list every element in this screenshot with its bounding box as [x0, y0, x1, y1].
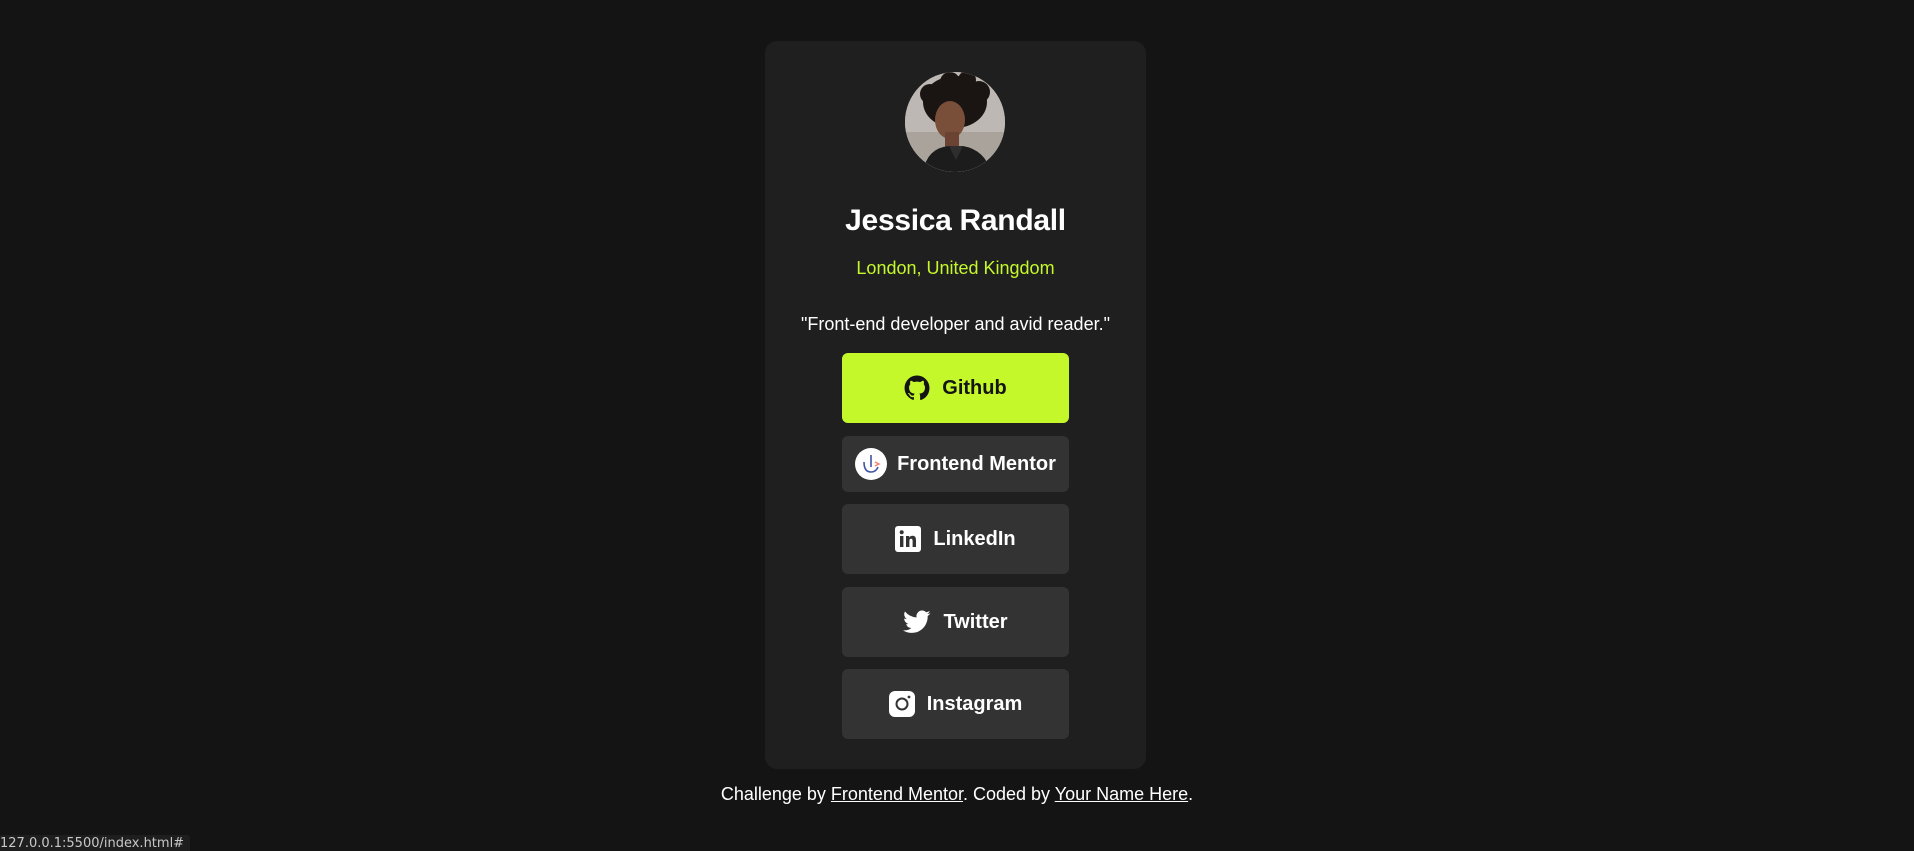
twitter-label: Twitter: [943, 610, 1008, 633]
page: Jessica Randall London, United Kingdom "…: [0, 0, 1914, 851]
frontend-mentor-link-button[interactable]: Frontend Mentor: [842, 436, 1069, 492]
github-icon: [904, 375, 930, 401]
challenge-link[interactable]: Frontend Mentor: [831, 784, 963, 804]
frontend-mentor-icon: [855, 448, 888, 480]
instagram-label: Instagram: [926, 692, 1023, 715]
github-label: Github: [942, 376, 1007, 399]
linkedin-link-button[interactable]: LinkedIn: [842, 504, 1069, 574]
instagram-icon: [888, 691, 915, 717]
github-link-button[interactable]: Github: [842, 353, 1069, 423]
frontend-mentor-label: Frontend Mentor: [897, 452, 1056, 475]
profile-card: Jessica Randall London, United Kingdom "…: [765, 41, 1146, 769]
attribution-footer: Challenge by Frontend Mentor. Coded by Y…: [0, 784, 1914, 805]
avatar: [905, 72, 1005, 172]
twitter-icon: [903, 610, 931, 634]
linkedin-icon: [895, 526, 922, 552]
twitter-link-button[interactable]: Twitter: [842, 587, 1069, 657]
footer-prefix: Challenge by: [720, 784, 831, 804]
status-url: 127.0.0.1:5500/index.html#: [0, 836, 185, 851]
author-link[interactable]: Your Name Here: [1055, 784, 1188, 804]
browser-status-bar: 127.0.0.1:5500/index.html#: [0, 835, 191, 851]
footer-suffix: .: [1188, 784, 1194, 804]
profile-name: Jessica Randall: [845, 204, 1066, 237]
profile-bio: "Front-end developer and avid reader.": [801, 314, 1110, 334]
linkedin-label: LinkedIn: [933, 527, 1016, 550]
instagram-link-button[interactable]: Instagram: [842, 669, 1069, 739]
footer-middle: . Coded by: [963, 784, 1055, 804]
profile-location: London, United Kingdom: [856, 258, 1055, 278]
